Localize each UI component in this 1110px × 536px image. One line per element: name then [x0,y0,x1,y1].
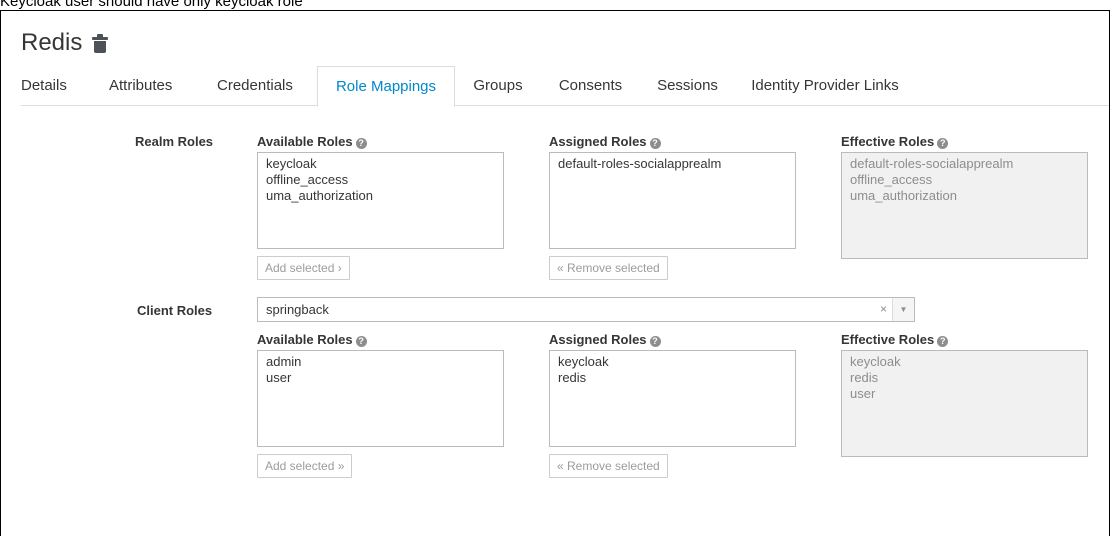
client-add-selected-button[interactable]: Add selected » [257,454,353,478]
client-assigned-roles-text: Assigned Roles [549,332,647,347]
tab-credentials[interactable]: Credentials [217,66,317,106]
page-title: Redis [21,29,83,56]
list-item: default-roles-socialapprealm [850,156,1014,171]
list-item: redis [850,370,879,385]
list-item[interactable]: default-roles-socialapprealm [558,156,787,172]
client-available-roles-list[interactable]: admin user [257,350,504,447]
realm-effective-roles-label: Effective Roles? [841,134,949,149]
tab-bar: Details Attributes Credentials Role Mapp… [21,66,1109,107]
list-item[interactable]: uma_authorization [266,188,495,204]
trash-icon[interactable] [92,33,109,53]
client-available-roles-text: Available Roles [257,332,353,347]
user-role-mappings-panel: Redis Details Attributes Credentials Rol… [0,10,1110,536]
help-icon[interactable]: ? [937,138,949,149]
list-item[interactable]: offline_access [266,172,495,188]
client-select-value: springback [266,302,329,317]
realm-assigned-roles-label: Assigned Roles? [549,134,661,149]
realm-assigned-roles-text: Assigned Roles [549,134,647,149]
client-effective-roles-label: Effective Roles? [841,332,949,347]
list-item[interactable]: user [266,370,495,386]
client-remove-selected-button[interactable]: « Remove selected [549,454,668,478]
list-item[interactable]: redis [558,370,787,386]
tab-groups[interactable]: Groups [455,66,541,106]
realm-add-selected-button[interactable]: Add selected › [257,256,350,280]
realm-roles-label: Realm Roles [135,134,214,149]
help-icon[interactable]: ? [937,336,949,347]
realm-effective-roles-list: default-roles-socialapprealm offline_acc… [841,152,1088,259]
tab-details[interactable]: Details [21,66,109,106]
client-effective-roles-list: keycloak redis user [841,350,1088,457]
list-item[interactable]: admin [266,354,495,370]
client-assigned-roles-label: Assigned Roles? [549,332,661,347]
tab-sessions[interactable]: Sessions [640,66,735,106]
client-roles-label: Client Roles [137,303,213,318]
page-header: Redis [21,29,109,57]
client-effective-roles-text: Effective Roles [841,332,935,347]
list-item[interactable]: keycloak [266,156,495,172]
client-available-roles-label: Available Roles? [257,332,367,347]
client-select[interactable]: springback × ▼ [257,297,915,322]
tab-consents[interactable]: Consents [541,66,640,106]
realm-effective-roles-text: Effective Roles [841,134,935,149]
list-item: offline_access [850,172,933,187]
realm-available-roles-list[interactable]: keycloak offline_access uma_authorizatio… [257,152,504,249]
realm-available-roles-label: Available Roles? [257,134,367,149]
realm-assigned-roles-list[interactable]: default-roles-socialapprealm [549,152,796,249]
list-item: user [850,386,876,401]
help-icon[interactable]: ? [649,138,661,149]
tab-attributes[interactable]: Attributes [109,66,217,106]
realm-remove-selected-button[interactable]: « Remove selected [549,256,668,280]
tab-identity-provider-links[interactable]: Identity Provider Links [735,66,915,106]
help-icon[interactable]: ? [649,336,661,347]
realm-available-roles-text: Available Roles [257,134,353,149]
client-assigned-roles-list[interactable]: keycloak redis [549,350,796,447]
list-item: keycloak [850,354,901,369]
clear-icon[interactable]: × [880,298,887,321]
list-item: uma_authorization [850,188,957,203]
screenshot-caption: Keycloak user should have only keycloak … [0,0,303,10]
help-icon[interactable]: ? [355,336,367,347]
chevron-down-icon[interactable]: ▼ [892,298,914,321]
tab-role-mappings[interactable]: Role Mappings [317,66,455,107]
list-item[interactable]: keycloak [558,354,787,370]
help-icon[interactable]: ? [355,138,367,149]
